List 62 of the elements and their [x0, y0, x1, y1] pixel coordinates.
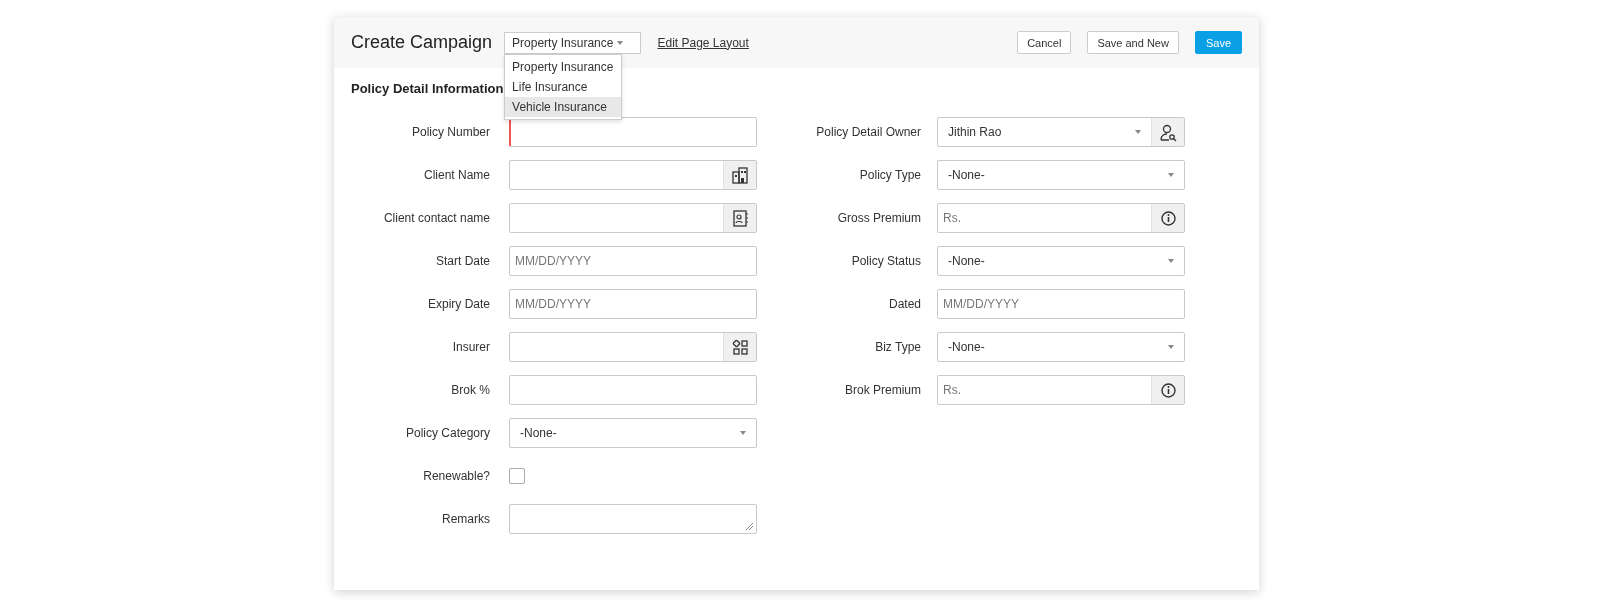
field-label: Policy Status [850, 254, 921, 268]
layout-dropdown[interactable]: Property Insurance [504, 31, 642, 54]
field-label: Dated [887, 297, 921, 311]
lookup-button[interactable] [723, 204, 756, 232]
lookup-button[interactable] [1151, 376, 1184, 404]
lookup-field[interactable] [509, 203, 757, 233]
lookup-field[interactable] [509, 160, 757, 190]
owner-select-field[interactable]: Jithin Rao [937, 117, 1185, 147]
date-field[interactable]: MM/DD/YYYY [509, 246, 757, 276]
user-search-icon [1158, 122, 1178, 142]
field-label: Gross Premium [836, 211, 921, 225]
menu-option[interactable]: Vehicle Insurance [505, 96, 622, 117]
caret-icon [617, 40, 624, 45]
action-button[interactable]: Cancel [1017, 31, 1072, 54]
textarea-field[interactable] [509, 504, 757, 534]
resize-grip-icon [746, 523, 753, 530]
lookup-button[interactable] [1151, 204, 1184, 232]
info-icon [1158, 208, 1178, 228]
text-field[interactable] [509, 375, 757, 405]
currency-field[interactable]: Rs. [937, 203, 1185, 233]
info-icon [1158, 380, 1178, 400]
building-icon [730, 165, 750, 185]
select-field[interactable]: -None- [509, 418, 757, 448]
checkbox[interactable] [509, 468, 525, 484]
menu-option[interactable]: Life Insurance [505, 76, 622, 97]
field-label: Brok Premium [844, 383, 921, 397]
menu-option[interactable]: Property Insurance [505, 56, 622, 77]
text-field[interactable] [509, 117, 757, 147]
lookup-button[interactable] [1151, 118, 1184, 146]
lookup-button[interactable] [723, 333, 756, 361]
caret-icon [1168, 345, 1174, 349]
select-field[interactable]: -None- [937, 246, 1185, 276]
field-label: Renewable? [422, 469, 490, 483]
currency-field[interactable]: Rs. [937, 375, 1185, 405]
grid-icon [730, 337, 750, 357]
date-field[interactable]: MM/DD/YYYY [509, 289, 757, 319]
select-field[interactable]: -None- [937, 160, 1185, 190]
field-label: Insurer [451, 340, 490, 354]
field-label: Biz Type [874, 340, 921, 354]
field-label: Brok % [450, 383, 490, 397]
caret-icon [1135, 130, 1141, 134]
section-title: Policy Detail Information [351, 81, 504, 97]
select-field[interactable]: -None- [937, 332, 1185, 362]
action-button[interactable]: Save and New [1087, 31, 1179, 54]
field-label: Remarks [441, 512, 490, 526]
field-label: Start Date [434, 254, 490, 268]
field-label: Expiry Date [426, 297, 490, 311]
page-title: Create Campaign [351, 32, 493, 53]
lookup-button[interactable] [723, 161, 756, 189]
field-label: Client contact name [382, 211, 490, 225]
caret-icon [740, 431, 746, 435]
contact-card-icon [730, 208, 750, 228]
edit-layout-link[interactable]: Edit Page Layout [657, 35, 749, 50]
field-label: Policy Detail Owner [815, 125, 921, 139]
field-label: Policy Number [410, 125, 490, 139]
caret-icon [1168, 259, 1174, 263]
field-label: Policy Category [404, 426, 490, 440]
caret-icon [1168, 173, 1174, 177]
field-label: Policy Type [858, 168, 921, 182]
field-label: Client Name [422, 168, 490, 182]
date-field[interactable]: MM/DD/YYYY [937, 289, 1185, 319]
lookup-field[interactable] [509, 332, 757, 362]
